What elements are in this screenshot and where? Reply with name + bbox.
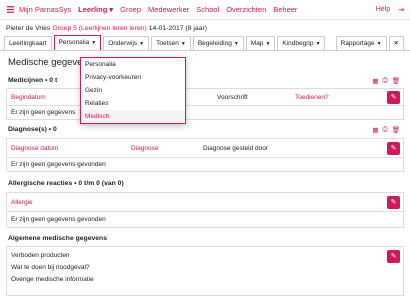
menu-item-gezin[interactable]: Gezin [81, 84, 185, 97]
tab-toetsen[interactable]: Toetsen ▼ [151, 36, 191, 50]
medicijnen-header: Begindatum Voorschrift Toedienen? ✎ [7, 89, 403, 105]
diagnoses-panel: Diagnose datum Diagnose Diagnose gesteld… [6, 138, 404, 172]
section-medicijnen-actions: ▦ ⎙ 🗑 [372, 77, 400, 85]
student-info: Pieter de Vries Groep 5 (Leerlijnen lere… [0, 20, 410, 36]
logout-icon[interactable]: ⇥ [398, 6, 404, 14]
col-voorschrift: Voorschrift [217, 93, 248, 101]
student-name: Pieter de Vries [6, 24, 51, 32]
line-overige-info: Overige medische informatie [11, 275, 94, 283]
menu-item-privacy[interactable]: Privacy-voorkeuren [81, 71, 185, 84]
medicijnen-empty-row: Er zijn geen gegevens [7, 105, 403, 118]
nav-item-leerling[interactable]: Leerling ▾ [78, 5, 113, 14]
student-group-link[interactable]: Groep 5 (Leerlijnen leren leren) [52, 25, 146, 32]
menu-item-medisch[interactable]: Medisch [81, 110, 185, 123]
chevron-down-icon: ▼ [265, 41, 271, 47]
section-medicijnen-title: Medicijnen • 0 t [8, 77, 58, 84]
menu-item-relaties[interactable]: Relaties [81, 97, 185, 110]
section-diagnoses-title: Diagnose(s) • 0 [8, 126, 57, 133]
col-diagnose-gesteld-door: Diagnose gesteld door [203, 144, 269, 152]
app-name[interactable]: Mijn ParnasSys [19, 5, 71, 14]
allergie-empty-row: Er zijn geen gegevens gevonden [7, 211, 403, 226]
nav-item-overzichten[interactable]: Overzichten [226, 5, 266, 14]
edit-button[interactable]: ✎ [387, 196, 400, 209]
section-algemeen-title: Algemene medische gegevens [8, 235, 107, 242]
tab-map[interactable]: Map ▼ [245, 36, 276, 50]
chevron-down-icon: ▼ [139, 41, 145, 47]
delete-icon[interactable]: 🗑 [392, 126, 400, 134]
calendar-icon[interactable]: ▦ [372, 126, 378, 134]
calendar-icon[interactable]: ▦ [372, 77, 378, 85]
close-button[interactable]: ✕ [388, 36, 404, 50]
tab-onderwijs[interactable]: Onderwijs ▼ [103, 36, 150, 50]
chevron-down-icon: ▼ [91, 40, 97, 46]
line-verboden-producten: Verboden producten [11, 251, 70, 259]
col-diagnose: Diagnose [131, 144, 159, 152]
diagnoses-empty-row: Er zijn geen gegevens gevonden [7, 157, 403, 171]
top-nav: Mijn ParnasSys Leerling ▾ Groep Medewerk… [0, 0, 410, 20]
print-icon[interactable]: ⎙ [383, 77, 388, 85]
logo-icon [6, 6, 15, 13]
tab-personalia[interactable]: Personalia ▼ [53, 35, 102, 50]
diagnoses-header: Diagnose datum Diagnose Diagnose gesteld… [7, 139, 403, 157]
edit-button[interactable]: ✎ [387, 91, 400, 104]
nav-item-groep[interactable]: Groep [120, 5, 141, 14]
chevron-down-icon: ▼ [233, 41, 239, 47]
tab-bar: Leerlingkaart Personalia ▼ Onderwijs ▼ Toe… [0, 35, 410, 51]
help-link[interactable]: Help [376, 6, 390, 13]
tab-rapportage[interactable]: Rapportage ▼ [335, 36, 387, 50]
line-noodgeval: Wat te doen bij noodgeval? [11, 263, 90, 271]
tab-begeleiding[interactable]: Begeleiding ▼ [192, 36, 244, 50]
allergie-header: Allergie ✎ [7, 193, 403, 211]
section-allergie-title: Allergische reacties • 0 t/m 0 (van 0) [8, 180, 124, 187]
nav-item-medewerker[interactable]: Medewerker [148, 5, 189, 14]
nav-item-beheer[interactable]: Beheer [273, 5, 297, 14]
chevron-down-icon: ▼ [315, 41, 321, 47]
col-diagnose-datum: Diagnose datum [11, 144, 59, 152]
medicijnen-panel: Begindatum Voorschrift Toedienen? ✎ Er z… [6, 88, 404, 120]
chevron-down-icon: ▼ [180, 41, 186, 47]
chevron-down-icon: ▼ [376, 41, 382, 47]
algemeen-panel: Verboden producten Wat te doen bij noodg… [6, 246, 404, 296]
col-allergie: Allergie [11, 198, 33, 206]
personalia-dropdown: Personalia Privacy-voorkeuren Gezin Rela… [80, 57, 186, 124]
allergie-panel: Allergie ✎ Er zijn geen gegevens gevonde… [6, 192, 404, 228]
section-diagnoses-actions: ▦ ⎙ 🗑 [372, 126, 400, 134]
nav-item-school[interactable]: School [196, 5, 219, 14]
tab-leerlingkaart[interactable]: Leerlingkaart [4, 36, 52, 50]
menu-item-personalia[interactable]: Personalia [81, 58, 185, 71]
tab-kindbegrip[interactable]: Kindbegrip ▼ [277, 36, 326, 50]
print-icon[interactable]: ⎙ [383, 126, 388, 134]
col-toedienen: Toedienen? [295, 93, 329, 101]
edit-button[interactable]: ✎ [387, 250, 400, 263]
delete-icon[interactable]: 🗑 [392, 77, 400, 85]
edit-button[interactable]: ✎ [387, 142, 400, 155]
student-dob: 14-01-2017 (8 jaar) [148, 24, 207, 32]
